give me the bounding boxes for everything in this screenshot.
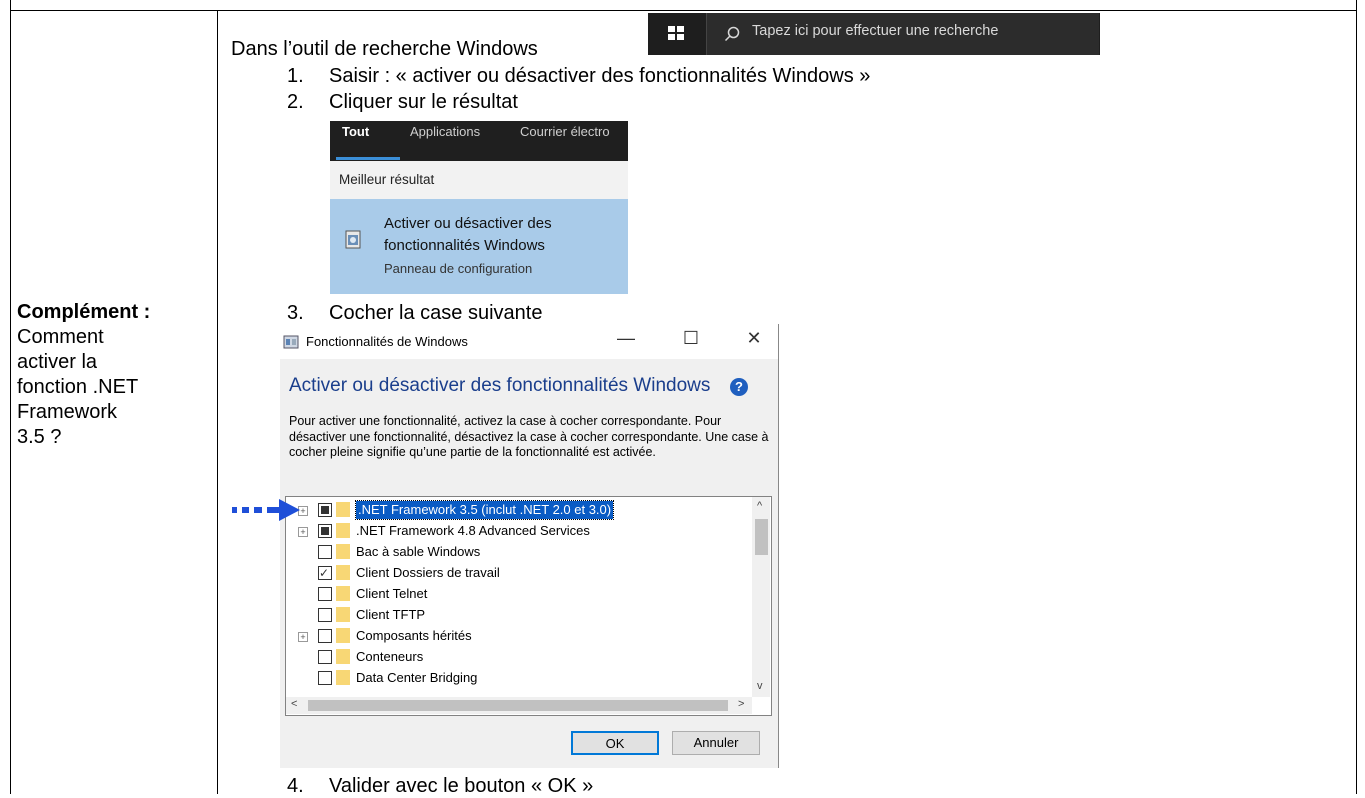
complement-heading: Complément : bbox=[17, 301, 151, 323]
result-title: Activer ou désactiver des fonctionnalité… bbox=[384, 215, 552, 254]
left-cell: Complément : Comment activer la fonction… bbox=[17, 300, 212, 450]
windows-features-dialog: Fonctionnalités de Windows — ☐ ✕ Activer… bbox=[280, 324, 779, 768]
feature-label: .NET Framework 3.5 (inclut .NET 2.0 et 3… bbox=[354, 500, 615, 520]
feature-row-net35[interactable]: + .NET Framework 3.5 (inclut .NET 2.0 et… bbox=[286, 500, 746, 520]
question-line: fonction .NET bbox=[17, 376, 139, 398]
feature-checkbox[interactable] bbox=[318, 650, 332, 664]
folder-icon bbox=[336, 628, 350, 643]
feature-checkbox[interactable] bbox=[318, 503, 332, 517]
best-result-item[interactable]: Activer ou désactiver des fonctionnalité… bbox=[330, 199, 628, 294]
folder-icon bbox=[336, 649, 350, 664]
intro-text: Dans l’outil de recherche Windows bbox=[231, 38, 538, 60]
folder-icon bbox=[336, 502, 350, 517]
vertical-scroll-thumb[interactable] bbox=[755, 519, 768, 555]
feature-checkbox[interactable] bbox=[318, 608, 332, 622]
best-result-label: Meilleur résultat bbox=[339, 172, 435, 187]
step-number: 4. bbox=[287, 775, 304, 797]
result-subtitle: Panneau de configuration bbox=[384, 261, 533, 276]
feature-row-containers[interactable]: Conteneurs bbox=[286, 648, 746, 666]
feature-label: Client Dossiers de travail bbox=[356, 565, 500, 580]
search-results-tabs: Tout Applications Courrier électro bbox=[330, 121, 628, 161]
active-tab-indicator bbox=[336, 157, 400, 160]
feature-row-telnet[interactable]: Client Telnet bbox=[286, 585, 746, 603]
folder-icon bbox=[336, 544, 350, 559]
feature-row-legacy[interactable]: + Composants hérités bbox=[286, 627, 746, 645]
dialog-description: Pour activer une fonctionnalité, activez… bbox=[289, 414, 769, 459]
feature-checkbox[interactable] bbox=[318, 524, 332, 538]
feature-label: Client Telnet bbox=[356, 586, 428, 601]
pointer-arrow-icon bbox=[232, 499, 300, 521]
dialog-body: Activer ou désactiver des fonctionnalité… bbox=[280, 359, 778, 768]
expand-icon[interactable]: + bbox=[298, 527, 308, 537]
step-text: Saisir : « activer ou désactiver des fon… bbox=[329, 65, 871, 87]
feature-checkbox[interactable] bbox=[318, 564, 332, 582]
scroll-right-icon[interactable]: > bbox=[738, 698, 744, 710]
horizontal-scroll-thumb[interactable] bbox=[308, 700, 728, 711]
question-line: Framework bbox=[17, 401, 118, 423]
step-text: Cocher la case suivante bbox=[329, 302, 543, 324]
ok-button[interactable]: OK bbox=[571, 731, 659, 755]
table-top-border bbox=[10, 10, 1357, 11]
help-icon[interactable]: ? bbox=[730, 378, 748, 396]
minimize-button[interactable]: — bbox=[611, 328, 641, 349]
tab-tout[interactable]: Tout bbox=[342, 124, 369, 139]
feature-row-dcb[interactable]: Data Center Bridging bbox=[286, 669, 746, 687]
search-results-panel: Tout Applications Courrier électro Meill… bbox=[330, 121, 628, 294]
dialog-titlebar: Fonctionnalités de Windows — ☐ ✕ bbox=[280, 324, 778, 359]
feature-label: Client TFTP bbox=[356, 607, 426, 622]
search-icon bbox=[724, 26, 740, 42]
horizontal-scrollbar[interactable]: < > bbox=[286, 697, 752, 714]
feature-label: Composants hérités bbox=[356, 628, 472, 643]
folder-icon bbox=[336, 523, 350, 538]
feature-row-work-folders[interactable]: Client Dossiers de travail bbox=[286, 564, 746, 582]
control-panel-icon bbox=[345, 230, 361, 249]
feature-row-net48[interactable]: + .NET Framework 4.8 Advanced Services bbox=[286, 522, 746, 540]
folder-icon bbox=[336, 586, 350, 601]
search-placeholder: Tapez ici pour effectuer une recherche bbox=[752, 23, 999, 39]
feature-checkbox[interactable] bbox=[318, 629, 332, 643]
feature-label: .NET Framework 4.8 Advanced Services bbox=[356, 523, 590, 538]
feature-row-sandbox[interactable]: Bac à sable Windows bbox=[286, 543, 746, 561]
feature-label: Conteneurs bbox=[356, 649, 424, 664]
scroll-down-icon[interactable]: v bbox=[757, 680, 763, 692]
step-text: Cliquer sur le résultat bbox=[329, 91, 518, 113]
tab-applications[interactable]: Applications bbox=[410, 124, 480, 139]
dialog-heading: Activer ou désactiver des fonctionnalité… bbox=[289, 375, 711, 396]
step-text: Valider avec le bouton « OK » bbox=[329, 775, 594, 797]
scroll-left-icon[interactable]: < bbox=[291, 698, 297, 710]
question-line: Comment bbox=[17, 326, 104, 348]
windows-logo-icon bbox=[668, 26, 684, 40]
question-line: activer la bbox=[17, 351, 98, 373]
maximize-button[interactable]: ☐ bbox=[676, 328, 706, 349]
folder-icon bbox=[336, 607, 350, 622]
dialog-title: Fonctionnalités de Windows bbox=[306, 334, 468, 349]
close-button[interactable]: ✕ bbox=[739, 328, 769, 349]
features-tree: + .NET Framework 3.5 (inclut .NET 2.0 et… bbox=[285, 496, 772, 716]
expand-icon[interactable]: + bbox=[298, 632, 308, 642]
features-app-icon bbox=[283, 335, 299, 349]
tab-courrier[interactable]: Courrier électro bbox=[520, 124, 610, 139]
scroll-up-icon[interactable]: ^ bbox=[757, 500, 762, 512]
step-number: 2. bbox=[287, 91, 304, 113]
step-number: 1. bbox=[287, 65, 304, 87]
table-column-divider bbox=[217, 10, 218, 794]
feature-checkbox[interactable] bbox=[318, 671, 332, 685]
question-line: 3.5 ? bbox=[17, 426, 62, 448]
feature-row-tftp[interactable]: Client TFTP bbox=[286, 606, 746, 624]
folder-icon bbox=[336, 670, 350, 685]
vertical-scrollbar[interactable]: ^ v bbox=[752, 497, 770, 697]
feature-label: Data Center Bridging bbox=[356, 670, 478, 685]
feature-checkbox[interactable] bbox=[318, 545, 332, 559]
step-number: 3. bbox=[287, 302, 304, 324]
feature-label: Bac à sable Windows bbox=[356, 544, 481, 559]
folder-icon bbox=[336, 565, 350, 580]
cancel-button[interactable]: Annuler bbox=[672, 731, 760, 755]
feature-checkbox[interactable] bbox=[318, 587, 332, 601]
